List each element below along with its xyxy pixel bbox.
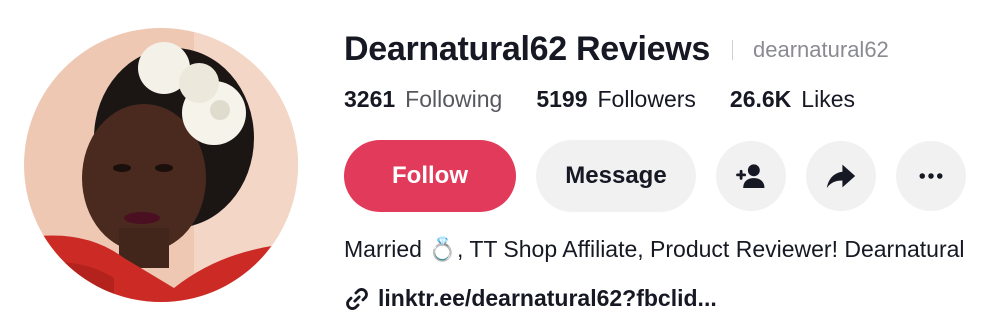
profile-header: Dearnatural62 Reviews dearnatural62 3261… (0, 0, 1000, 330)
likes-count: 26.6K (729, 86, 792, 112)
message-button[interactable]: Message (536, 140, 696, 212)
link-icon (344, 286, 370, 312)
followers-label: Followers (597, 86, 696, 112)
avatar[interactable] (24, 28, 298, 302)
display-name: Dearnatural62 Reviews (344, 30, 711, 68)
more-button[interactable] (896, 141, 966, 211)
username: dearnatural62 (753, 36, 889, 62)
following-count: 3261 (344, 86, 396, 112)
bio-link[interactable]: linktr.ee/dearnatural62?fbclid... (344, 285, 717, 312)
likes-stat: 26.6K Likes (730, 86, 855, 113)
share-button[interactable] (806, 141, 876, 211)
profile-info: Dearnatural62 Reviews dearnatural62 3261… (344, 0, 1000, 330)
person-plus-icon (736, 164, 765, 189)
add-friend-button[interactable] (716, 141, 786, 211)
name-row: Dearnatural62 Reviews dearnatural62 (344, 30, 889, 69)
following-label: Following (405, 86, 503, 112)
followers-stat[interactable]: 5199 Followers (536, 86, 696, 113)
likes-label: Likes (801, 86, 855, 112)
stats-row: 3261 Following 5199 Followers 26.6K Like… (344, 86, 889, 113)
link-url[interactable]: linktr.ee/dearnatural62?fbclid... (378, 285, 717, 312)
followers-count: 5199 (536, 86, 588, 112)
following-stat[interactable]: 3261 Following (344, 86, 502, 113)
more-dots-icon (919, 173, 943, 179)
share-arrow-icon (826, 164, 856, 189)
actions-row: Follow Message (344, 140, 986, 212)
follow-button[interactable]: Follow (344, 140, 516, 212)
bio-text: Married 💍, TT Shop Affiliate, Product Re… (344, 236, 965, 262)
name-divider (732, 39, 734, 60)
